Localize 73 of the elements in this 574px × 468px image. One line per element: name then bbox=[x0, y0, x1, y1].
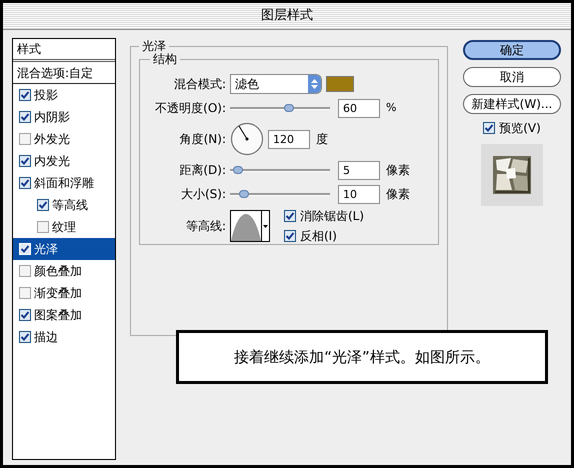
checkbox[interactable] bbox=[37, 221, 49, 233]
style-label: 渐变叠加 bbox=[34, 285, 82, 302]
contour-curve-icon bbox=[231, 211, 261, 241]
blend-mode-select[interactable]: 滤色 bbox=[230, 74, 322, 94]
color-swatch[interactable] bbox=[326, 76, 354, 92]
caret-icon bbox=[263, 224, 268, 228]
style-item[interactable]: 内阴影 bbox=[13, 106, 115, 128]
checkbox[interactable] bbox=[284, 210, 296, 222]
group-title: 结构 bbox=[150, 51, 180, 67]
field-label: 不透明度(O): bbox=[154, 100, 227, 117]
window-title: 图层样式 bbox=[261, 7, 313, 26]
field-label: 混合模式: bbox=[172, 76, 227, 93]
checkbox[interactable] bbox=[19, 309, 31, 321]
number-field[interactable]: 10 bbox=[338, 184, 380, 204]
style-label: 纹理 bbox=[52, 219, 76, 236]
style-item[interactable]: 图案叠加 bbox=[13, 304, 115, 326]
unit-label: 度 bbox=[316, 131, 328, 148]
field-label: 等高线: bbox=[184, 218, 227, 235]
checkbox[interactable] bbox=[19, 89, 31, 101]
preview-label: 预览(V) bbox=[499, 120, 541, 137]
style-label: 描边 bbox=[34, 329, 58, 346]
checkbox[interactable] bbox=[284, 230, 296, 242]
style-label: 投影 bbox=[34, 87, 58, 104]
style-label: 内发光 bbox=[34, 153, 70, 170]
list-header: 样式 bbox=[17, 41, 41, 58]
slider-thumb[interactable] bbox=[284, 104, 294, 112]
checkbox[interactable] bbox=[483, 122, 496, 134]
checkbox[interactable] bbox=[19, 287, 31, 299]
contour-picker[interactable] bbox=[230, 210, 270, 242]
dialog-button[interactable]: 取消 bbox=[463, 67, 561, 87]
style-label: 光泽 bbox=[34, 241, 58, 258]
field-label: 距离(D): bbox=[178, 162, 227, 179]
style-label: 外发光 bbox=[34, 131, 70, 148]
style-item[interactable]: 光泽 bbox=[13, 238, 115, 260]
checkbox[interactable] bbox=[19, 133, 31, 145]
unit-label: 像素 bbox=[386, 186, 410, 203]
style-label: 斜面和浮雕 bbox=[34, 175, 94, 192]
caption-text: 接着继续添加“光泽”样式。如图所示。 bbox=[234, 346, 490, 368]
style-item[interactable]: 颜色叠加 bbox=[13, 260, 115, 282]
dialog-button[interactable]: 新建样式(W)... bbox=[463, 94, 561, 114]
unit-label: % bbox=[386, 100, 396, 116]
checkbox[interactable] bbox=[19, 177, 31, 189]
field-label: 大小(S): bbox=[180, 186, 227, 203]
checkbox[interactable] bbox=[19, 155, 31, 167]
style-label: 颜色叠加 bbox=[34, 263, 82, 280]
checkbox[interactable] bbox=[37, 199, 49, 211]
blend-options[interactable]: 混合选项:自定 bbox=[17, 64, 94, 82]
option-label: 消除锯齿(L) bbox=[300, 208, 364, 225]
style-item[interactable]: 描边 bbox=[13, 326, 115, 348]
dialog-button[interactable]: 确定 bbox=[463, 40, 561, 60]
style-item[interactable]: 等高线 bbox=[13, 194, 115, 216]
unit-label: 像素 bbox=[386, 162, 410, 179]
checkbox[interactable] bbox=[19, 331, 31, 343]
angle-dial[interactable] bbox=[230, 122, 264, 156]
style-item[interactable]: 渐变叠加 bbox=[13, 282, 115, 304]
number-field[interactable]: 60 bbox=[338, 98, 380, 118]
style-item[interactable]: 内发光 bbox=[13, 150, 115, 172]
style-label: 等高线 bbox=[52, 197, 88, 214]
number-field[interactable]: 120 bbox=[268, 130, 310, 148]
checkbox[interactable] bbox=[19, 265, 31, 277]
number-field[interactable]: 5 bbox=[338, 160, 380, 180]
style-label: 内阴影 bbox=[34, 109, 70, 126]
field-label: 角度(N): bbox=[178, 131, 227, 148]
slider-thumb[interactable] bbox=[239, 190, 249, 198]
style-item[interactable]: 投影 bbox=[13, 84, 115, 106]
style-item[interactable]: 外发光 bbox=[13, 128, 115, 150]
slider-thumb[interactable] bbox=[232, 166, 243, 174]
style-label: 图案叠加 bbox=[34, 307, 82, 324]
style-item[interactable]: 斜面和浮雕 bbox=[13, 172, 115, 194]
option-label: 反相(I) bbox=[300, 228, 337, 245]
style-item[interactable]: 纹理 bbox=[13, 216, 115, 238]
checkbox[interactable] bbox=[19, 111, 31, 123]
spinner-icon bbox=[308, 75, 321, 93]
